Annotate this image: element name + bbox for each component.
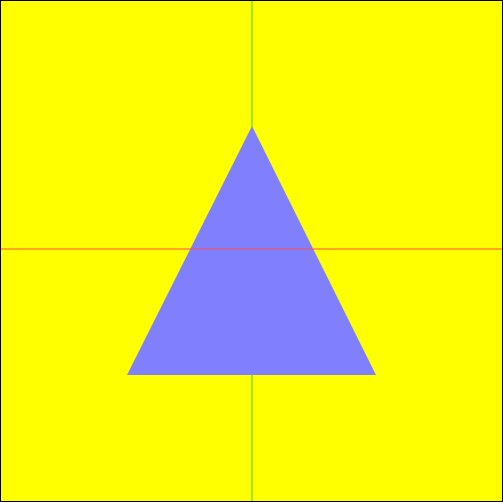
drawing-canvas[interactable] xyxy=(0,0,503,502)
canvas-scene xyxy=(1,1,502,501)
